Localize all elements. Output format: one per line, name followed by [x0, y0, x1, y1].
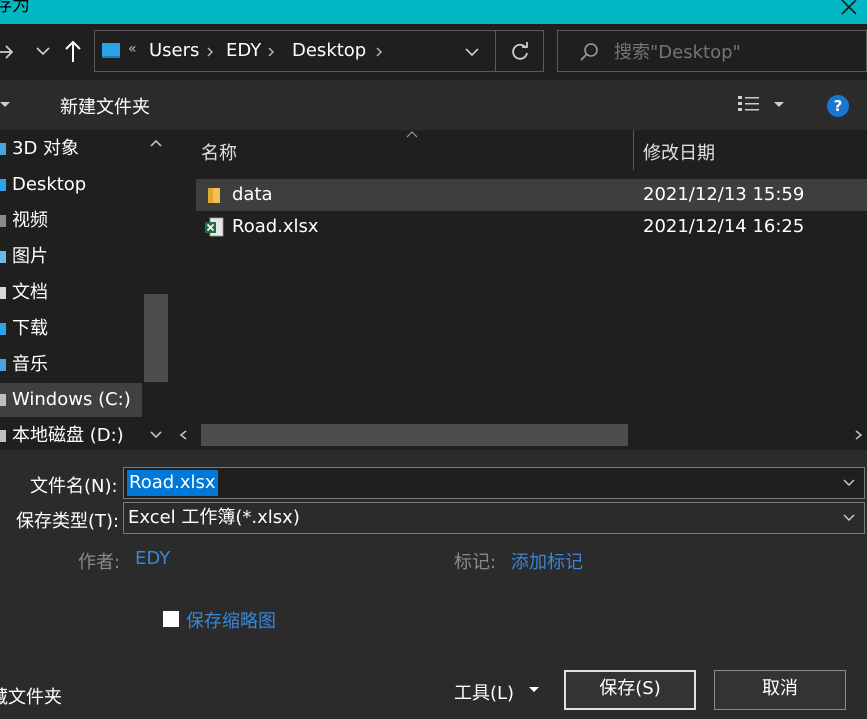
nav-pane-scrollbar[interactable]	[143, 130, 169, 450]
nav-item-downloads[interactable]: 下载	[0, 312, 142, 346]
search-input[interactable]	[612, 35, 856, 69]
scroll-left-icon[interactable]	[178, 429, 190, 441]
search-box[interactable]	[557, 30, 867, 72]
forward-arrow-icon[interactable]	[0, 42, 18, 62]
up-arrow-icon[interactable]	[62, 38, 84, 64]
file-name: data	[232, 184, 273, 205]
breadcrumb-desktop[interactable]: Desktop	[292, 31, 366, 71]
file-modified-date: 2021/12/14 16:25	[643, 216, 805, 237]
breadcrumb-chevron-icon[interactable]	[374, 47, 384, 57]
breadcrumb-chevron-icon[interactable]	[266, 47, 276, 57]
filetype-select[interactable]: Excel 工作簿(*.xlsx)	[123, 502, 865, 534]
nav-item-label: 文档	[12, 282, 48, 303]
nav-item-windows-c[interactable]: Windows (C:)	[0, 383, 142, 417]
desktop-icon	[0, 179, 6, 191]
nav-item-documents[interactable]: 文档	[0, 276, 142, 310]
svg-text:?: ?	[834, 97, 843, 115]
file-scroll-thumb[interactable]	[201, 424, 628, 446]
nav-item-pictures[interactable]: 图片	[0, 240, 142, 274]
nav-item-label: 音乐	[12, 354, 48, 375]
save-button[interactable]: 保存(S)	[564, 670, 696, 710]
tags-value[interactable]: 添加标记	[511, 548, 583, 574]
file-row-road-xlsx[interactable]: Road.xlsx 2021/12/14 16:25	[196, 211, 867, 243]
tags-label: 标记:	[454, 552, 497, 573]
author-label: 作者:	[78, 552, 121, 573]
pictures-icon	[0, 251, 6, 263]
breadcrumb-edy[interactable]: EDY	[226, 31, 261, 71]
tools-button[interactable]: 工具(L)	[454, 679, 514, 705]
file-list-horizontal-scrollbar[interactable]	[172, 422, 867, 448]
search-icon	[580, 43, 598, 61]
file-row-data[interactable]: data 2021/12/13 15:59	[196, 179, 867, 211]
nav-item-music[interactable]: 音乐	[0, 348, 142, 382]
filename-combobox[interactable]: Road.xlsx	[123, 467, 865, 499]
filetype-value: Excel 工作簿(*.xlsx)	[128, 507, 300, 528]
drive-icon	[0, 394, 6, 406]
close-icon[interactable]	[836, 0, 862, 22]
navigation-bar: « Users EDY Desktop	[0, 24, 867, 80]
filename-dropdown-icon[interactable]	[842, 478, 856, 488]
documents-icon	[0, 287, 6, 299]
scroll-right-icon[interactable]	[852, 429, 864, 441]
videos-icon	[0, 215, 6, 227]
nav-item-label: 本地磁盘 (D:)	[12, 425, 124, 446]
hide-folders-toggle[interactable]: 藏文件夹	[0, 683, 62, 709]
title-bar: 存为	[0, 0, 867, 24]
view-dropdown-icon[interactable]	[772, 100, 786, 110]
address-history-chevron-icon[interactable]	[463, 45, 481, 59]
nav-item-videos[interactable]: 视频	[0, 204, 142, 238]
file-name: Road.xlsx	[232, 216, 319, 237]
sort-ascending-icon	[406, 131, 418, 138]
thumbnail-checkbox[interactable]	[163, 611, 179, 627]
nav-item-label: Desktop	[12, 174, 87, 195]
refresh-icon[interactable]	[509, 41, 531, 63]
nav-item-label: 视频	[12, 210, 48, 231]
save-form: 文件名(N): Road.xlsx 保存类型(T): Excel 工作簿(*.x…	[0, 450, 867, 719]
column-header-name[interactable]: 名称	[201, 139, 237, 165]
scroll-down-icon[interactable]	[149, 430, 163, 440]
file-modified-date: 2021/12/13 15:59	[643, 184, 805, 205]
3d-objects-icon	[0, 143, 6, 155]
folder-icon	[208, 188, 220, 203]
nav-item-3d-objects[interactable]: 3D 对象	[0, 132, 142, 166]
filetype-dropdown-icon[interactable]	[842, 513, 856, 523]
toolbar: 新建文件夹 ?	[0, 80, 867, 130]
nav-item-label: 下载	[12, 318, 48, 339]
nav-item-label: Windows (C:)	[12, 389, 131, 410]
scroll-up-icon[interactable]	[149, 138, 163, 148]
filename-label: 文件名(N):	[30, 476, 118, 497]
address-bar[interactable]: « Users EDY Desktop	[94, 30, 544, 72]
view-options-icon[interactable]	[737, 94, 761, 116]
drive-icon	[0, 430, 6, 442]
author-value[interactable]: EDY	[135, 548, 170, 569]
address-divider	[495, 31, 496, 71]
cancel-button[interactable]: 取消	[714, 670, 846, 710]
recent-locations-chevron-icon[interactable]	[34, 44, 52, 58]
breadcrumb-overflow[interactable]: «	[128, 29, 137, 69]
downloads-icon	[0, 323, 6, 335]
breadcrumb-chevron-icon[interactable]	[205, 47, 215, 57]
excel-file-icon	[205, 217, 224, 237]
nav-item-label: 3D 对象	[12, 138, 80, 159]
breadcrumb-users[interactable]: Users	[149, 31, 199, 71]
organize-dropdown-icon[interactable]	[0, 100, 12, 110]
nav-item-desktop[interactable]: Desktop	[0, 168, 142, 202]
nav-item-local-disk-d[interactable]: 本地磁盘 (D:)	[0, 419, 142, 453]
new-folder-button[interactable]: 新建文件夹	[60, 93, 150, 119]
thumbnail-label[interactable]: 保存缩略图	[186, 607, 276, 633]
column-divider[interactable]	[633, 130, 634, 170]
nav-item-label: 图片	[12, 246, 48, 267]
filetype-label: 保存类型(T):	[16, 511, 120, 532]
window-title: 存为	[0, 0, 30, 16]
navigation-pane: 3D 对象 Desktop 视频 图片 文档 下载 音乐 Windows (C:…	[0, 130, 172, 450]
help-icon[interactable]: ?	[826, 94, 850, 118]
music-icon	[0, 359, 6, 371]
desktop-icon	[102, 43, 120, 58]
column-header-date[interactable]: 修改日期	[643, 139, 715, 165]
tools-dropdown-icon[interactable]	[527, 685, 541, 695]
file-list: 名称 修改日期 data 2021/12/13 15:59 Road.xlsx …	[172, 130, 867, 450]
filename-input[interactable]: Road.xlsx	[127, 470, 218, 496]
nav-scroll-thumb[interactable]	[144, 294, 168, 382]
